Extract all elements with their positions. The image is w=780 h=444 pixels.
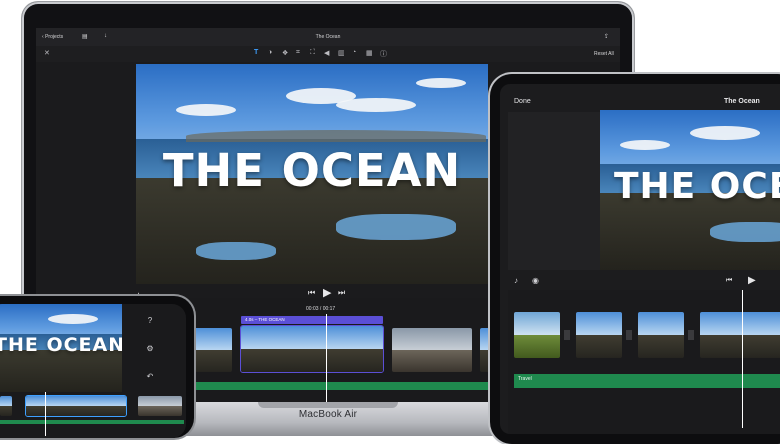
tide-pool <box>196 242 276 260</box>
transition-icon[interactable] <box>626 330 632 340</box>
playhead[interactable] <box>45 392 46 436</box>
timeline-clip[interactable] <box>638 312 684 358</box>
audio-track[interactable]: Travel <box>514 374 780 388</box>
title-clip-label[interactable]: 4.0s – THE OCEAN <box>241 316 383 324</box>
timeline-clip[interactable] <box>576 312 622 358</box>
magic-wand-icon[interactable]: ✕ <box>44 49 50 57</box>
help-icon[interactable]: ? <box>142 316 158 325</box>
distant-hills <box>186 130 486 142</box>
iphone-screen: THE OCEAN ? ⚙ ↶ <box>0 304 186 438</box>
color-icon[interactable]: ◑ <box>268 49 272 56</box>
equalizer-icon[interactable]: ▥ <box>338 49 345 57</box>
skip-back-icon[interactable]: ⏮ <box>308 288 315 298</box>
tide-pool <box>336 214 456 240</box>
mac-inspector-toolbar: ✕ T ◑ ❖ ⌗ ⛶ ◀ ▥ ◔ ▦ ⓘ Reset All <box>36 46 620 62</box>
ipad-media-pane <box>508 112 600 270</box>
crop-icon[interactable]: ⌗ <box>296 49 300 57</box>
timeline-clip[interactable] <box>700 312 780 358</box>
settings-icon[interactable]: ⚙ <box>142 344 158 353</box>
title-icon[interactable]: T <box>254 49 258 56</box>
timeline-clip-selected[interactable] <box>240 325 384 373</box>
iphone-timeline[interactable] <box>0 392 186 438</box>
noise-icon[interactable]: ▦ <box>366 49 373 57</box>
timeline-clip[interactable] <box>192 328 232 372</box>
cloud <box>176 104 236 116</box>
undo-icon[interactable]: ↶ <box>142 372 158 381</box>
macbook-model-label: MacBook Air <box>298 409 358 420</box>
iphone-side-panel: ? ⚙ ↶ <box>122 304 186 392</box>
done-button[interactable]: Done <box>514 98 531 105</box>
timeline-clip[interactable] <box>392 328 472 372</box>
mac-video-preview[interactable]: THE OCEAN <box>136 64 488 284</box>
ipad-screen: Done The Ocean THE OCEAN ♪ ◉ ⏮ ▶ Travel <box>500 84 780 434</box>
playhead[interactable] <box>742 290 743 428</box>
transition-icon[interactable] <box>688 330 694 340</box>
timeline-clip[interactable] <box>514 312 560 358</box>
ipad-project-title: The Ocean <box>724 98 760 105</box>
ipad-video-preview[interactable]: THE OCEAN <box>600 110 780 270</box>
ipad-title-overlay: THE OCEAN <box>614 166 780 207</box>
transition-icon[interactable] <box>564 330 570 340</box>
playhead[interactable] <box>326 314 327 404</box>
audio-track[interactable] <box>186 382 516 390</box>
volume-icon[interactable]: ◀ <box>324 49 329 57</box>
mac-topbar: ‹ Projects ▤ ↓ The Ocean ⇪ <box>36 28 620 46</box>
macbook-lip <box>258 402 398 408</box>
ipad-timeline[interactable]: Travel <box>508 290 780 434</box>
title-overlay: THE OCEAN <box>162 144 462 197</box>
cloud <box>336 98 416 112</box>
iphone-video-preview[interactable]: THE OCEAN <box>0 304 122 392</box>
camera-icon[interactable]: ◉ <box>532 276 539 285</box>
timeline-clip-selected[interactable] <box>25 395 127 417</box>
timecode: 00:03 / 00:17 <box>306 306 336 312</box>
speed-icon[interactable]: ◔ <box>352 49 356 56</box>
filter-icon[interactable]: ❖ <box>282 49 288 57</box>
play-icon[interactable]: ▶ <box>748 275 756 286</box>
skip-forward-icon[interactable]: ⏭ <box>338 288 345 298</box>
reset-all-button[interactable]: Reset All <box>594 51 614 57</box>
share-icon[interactable]: ⇪ <box>604 33 609 40</box>
info-icon[interactable]: ⓘ <box>380 49 387 59</box>
cloud <box>416 78 466 88</box>
iphone-title-overlay: THE OCEAN <box>0 334 122 356</box>
project-title: The Ocean <box>315 34 341 40</box>
skip-back-icon[interactable]: ⏮ <box>726 277 732 285</box>
audio-track[interactable] <box>0 420 184 424</box>
timeline-clip[interactable] <box>138 396 182 416</box>
timeline-clip[interactable] <box>0 396 12 416</box>
microphone-icon[interactable]: ♪ <box>514 276 518 285</box>
stabilize-icon[interactable]: ⛶ <box>310 49 315 57</box>
